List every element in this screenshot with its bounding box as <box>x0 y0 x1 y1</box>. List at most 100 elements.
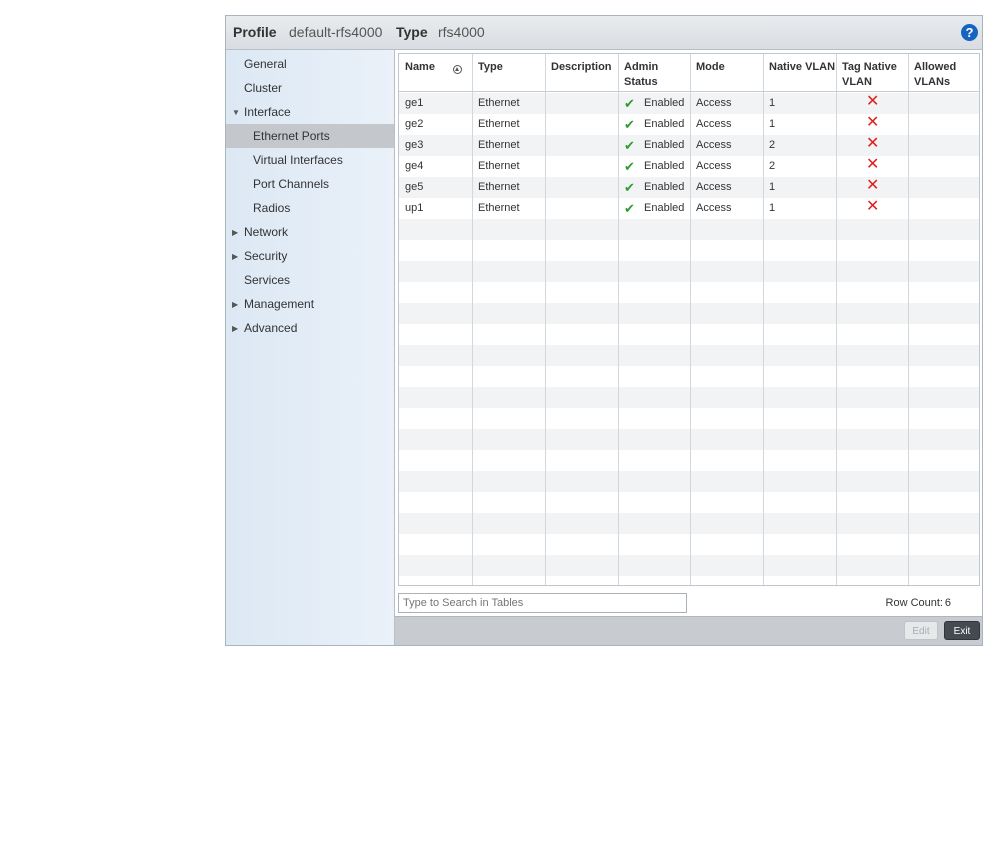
table-row-background <box>399 576 979 585</box>
sidebar-item-label: Radios <box>253 201 291 215</box>
collapsed-triangle-icon: ▶ <box>232 227 239 237</box>
sidebar-item-interface[interactable]: ▼ Interface <box>226 100 394 124</box>
disabled-x-icon: ✕ <box>866 93 880 110</box>
profile-header: Profile default-rfs4000 Type rfs4000 ? <box>226 16 982 50</box>
sidebar-item-label: Advanced <box>244 321 298 335</box>
sidebar-item-radios[interactable]: Radios <box>226 196 394 220</box>
help-icon[interactable]: ? <box>961 24 978 41</box>
collapsed-triangle-icon: ▶ <box>232 251 239 261</box>
table-row-background <box>399 513 979 534</box>
disabled-x-icon: ✕ <box>866 156 880 173</box>
column-header-label: Admin <box>624 61 659 73</box>
table-row-background <box>399 324 979 345</box>
column-header-allowed-vlans[interactable]: Allowed VLANs <box>914 60 956 90</box>
column-divider <box>690 54 691 585</box>
table-row-background <box>399 555 979 576</box>
sidebar-item-security[interactable]: ▶ Security <box>226 244 394 268</box>
table-row-background <box>399 408 979 429</box>
column-divider <box>763 54 764 585</box>
column-header-label: Tag Native <box>842 61 897 73</box>
ethernet-ports-table: Name Type Description Admin Status Mode Native… <box>398 53 980 586</box>
table-row-background <box>399 282 979 303</box>
sidebar-item-port-channels[interactable]: Port Channels <box>226 172 394 196</box>
column-header-label: Native VLAN <box>769 61 836 73</box>
cell-type: Ethernet <box>478 139 520 151</box>
table-row-background <box>399 345 979 366</box>
cell-mode: Access <box>696 202 732 214</box>
sort-ascending-icon[interactable] <box>453 65 462 74</box>
sidebar-item-label: Cluster <box>244 81 283 95</box>
cell-name: up1 <box>405 202 424 214</box>
column-header-label: Type <box>478 61 503 73</box>
edit-button[interactable]: Edit <box>904 621 938 640</box>
sidebar-item-network[interactable]: ▶ Network <box>226 220 394 244</box>
disabled-x-icon: ✕ <box>866 198 880 215</box>
sidebar-item-general[interactable]: General <box>226 52 394 76</box>
cell-type: Ethernet <box>478 97 520 109</box>
cell-name: ge3 <box>405 139 424 151</box>
sidebar-item-label: General <box>244 57 287 71</box>
profile-window: Profile default-rfs4000 Type rfs4000 ? G… <box>225 15 983 646</box>
profile-value: default-rfs4000 <box>289 24 383 40</box>
sidebar-item-label: Management <box>244 297 315 311</box>
column-header-admin-status[interactable]: Admin Status <box>624 60 658 90</box>
enabled-check-icon: ✔ <box>624 201 635 216</box>
sidebar-item-management[interactable]: ▶ Management <box>226 292 394 316</box>
profile-label: Profile <box>233 24 277 40</box>
column-header-description[interactable]: Description <box>551 60 612 75</box>
table-row-background <box>399 534 979 555</box>
table-row-background <box>399 240 979 261</box>
table-row-background <box>399 492 979 513</box>
sidebar-item-label: Ethernet Ports <box>253 129 330 143</box>
cell-mode: Access <box>696 139 732 151</box>
search-input[interactable] <box>398 593 687 613</box>
cell-mode: Access <box>696 160 732 172</box>
enabled-check-icon: ✔ <box>624 159 635 174</box>
table-row-background <box>399 261 979 282</box>
sidebar-item-services[interactable]: Services <box>226 268 394 292</box>
exit-button[interactable]: Exit <box>944 621 980 640</box>
cell-mode: Access <box>696 97 732 109</box>
type-label: Type <box>396 24 428 40</box>
cell-admin-status: Enabled <box>644 181 685 193</box>
column-divider <box>545 54 546 585</box>
table-row-background <box>399 387 979 408</box>
sort-arrow-icon <box>455 67 459 71</box>
enabled-check-icon: ✔ <box>624 180 635 195</box>
cell-native-vlan: 1 <box>769 202 776 214</box>
cell-mode: Access <box>696 118 732 130</box>
cell-type: Ethernet <box>478 118 520 130</box>
sidebar-item-cluster[interactable]: Cluster <box>226 76 394 100</box>
column-header-mode[interactable]: Mode <box>696 60 725 75</box>
table-row-background <box>399 303 979 324</box>
sidebar-item-label: Interface <box>244 105 291 119</box>
cell-type: Ethernet <box>478 181 520 193</box>
cell-name: ge4 <box>405 160 424 172</box>
cell-admin-status: Enabled <box>644 97 685 109</box>
collapsed-triangle-icon: ▶ <box>232 299 239 309</box>
sidebar: General Cluster ▼ Interface Ethernet Ports Vi… <box>226 50 395 645</box>
table-row-background <box>399 219 979 240</box>
cell-admin-status: Enabled <box>644 160 685 172</box>
sidebar-item-ethernet-ports[interactable]: Ethernet Ports <box>226 124 394 148</box>
cell-name: ge5 <box>405 181 424 193</box>
cell-native-vlan: 1 <box>769 118 776 130</box>
column-header-type[interactable]: Type <box>478 60 503 75</box>
sidebar-item-advanced[interactable]: ▶ Advanced <box>226 316 394 340</box>
table-row-background <box>399 471 979 492</box>
cell-admin-status: Enabled <box>644 118 685 130</box>
disabled-x-icon: ✕ <box>866 114 880 131</box>
cell-native-vlan: 2 <box>769 160 776 172</box>
column-header-label: Status <box>624 76 658 88</box>
table-row-background <box>399 429 979 450</box>
column-header-name[interactable]: Name <box>405 60 435 75</box>
cell-type: Ethernet <box>478 202 520 214</box>
cell-native-vlan: 1 <box>769 181 776 193</box>
sidebar-item-virtual-interfaces[interactable]: Virtual Interfaces <box>226 148 394 172</box>
column-header-native-vlan[interactable]: Native VLAN <box>769 60 835 75</box>
column-header-label: Mode <box>696 61 725 73</box>
table-row-background <box>399 366 979 387</box>
header-divider <box>399 91 979 92</box>
column-header-tag-native-vlan[interactable]: Tag Native VLAN <box>842 60 897 90</box>
cell-admin-status: Enabled <box>644 139 685 151</box>
